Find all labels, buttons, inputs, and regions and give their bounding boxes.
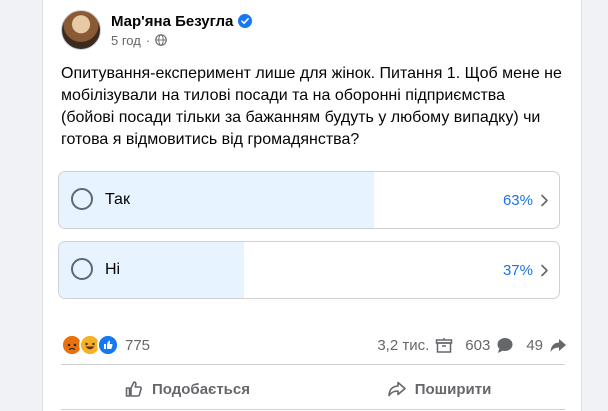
post-text-line: Опитування-експеримент лише для жінок. П…: [61, 65, 562, 82]
poll-option-percent: 63%: [502, 192, 533, 209]
author-row: Мар'яна Безугла: [111, 13, 253, 30]
radio-icon[interactable]: [71, 258, 93, 280]
views-icon: [436, 338, 453, 353]
shares-count[interactable]: 49: [526, 337, 543, 354]
verified-badge-icon: [238, 14, 253, 28]
post-stats: 775 3,2 тис. 603 49: [61, 334, 567, 356]
poll-option-label: Ні: [105, 261, 121, 278]
divider: [61, 409, 565, 410]
post-text-line: (бойові посади тільки за бажанням будуть…: [61, 109, 541, 126]
radio-icon[interactable]: [71, 188, 93, 210]
chevron-right-icon: [541, 194, 548, 207]
engagement-stats: 3,2 тис. 603 49: [377, 336, 567, 354]
poll-option-label: Так: [105, 191, 130, 208]
post-card: Мар'яна Безугла 5 год · Опитування-експе…: [42, 0, 582, 411]
poll-option-percent: 37%: [502, 262, 533, 279]
thumbs-up-icon: [125, 381, 142, 397]
views-count[interactable]: 3,2 тис.: [377, 337, 429, 354]
post-header: Мар'яна Безугла 5 год ·: [61, 10, 253, 50]
action-bar: Подобається Поширити: [61, 372, 565, 406]
like-button-label: Подобається: [152, 380, 250, 398]
post-time[interactable]: 5 год: [111, 33, 141, 48]
post-text-line: готова я відмовитись від громадянства?: [61, 131, 360, 148]
post-meta: Мар'яна Безугла 5 год ·: [111, 13, 253, 48]
reactions-count: 775: [125, 336, 151, 354]
comment-icon: [497, 338, 513, 353]
share-button-label: Поширити: [414, 380, 492, 398]
divider: [61, 364, 565, 365]
author-name[interactable]: Мар'яна Безугла: [111, 13, 233, 30]
globe-icon: [155, 34, 167, 46]
post-text-line: мобілізували на тилові посади та на обор…: [61, 87, 506, 104]
poll-option-tak[interactable]: Так 63%: [58, 171, 560, 229]
time-row: 5 год ·: [111, 33, 252, 48]
reactions-summary[interactable]: 775: [61, 334, 150, 356]
chevron-right-icon: [541, 264, 548, 277]
like-reaction-icon: [97, 334, 119, 356]
share-arrow-icon: [550, 339, 566, 352]
share-button[interactable]: Поширити: [313, 372, 565, 406]
avatar[interactable]: [61, 10, 101, 50]
share-icon: [387, 381, 406, 397]
like-button[interactable]: Подобається: [61, 372, 313, 406]
post-text: Опитування-експеримент лише для жінок. П…: [61, 63, 562, 151]
comments-count[interactable]: 603: [465, 337, 490, 354]
poll-option-ni[interactable]: Ні 37%: [58, 241, 560, 299]
